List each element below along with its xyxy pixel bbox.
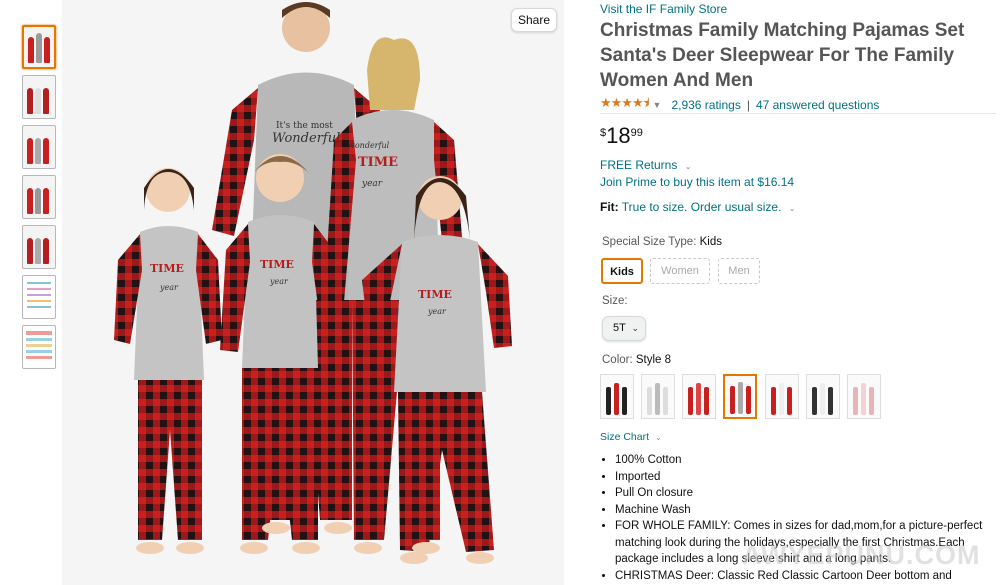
size-label: Size: — [602, 295, 628, 307]
svg-text:year: year — [427, 307, 447, 316]
size-type-women-button[interactable]: Women — [650, 258, 710, 284]
answered-questions-link[interactable]: 47 answered questions — [756, 98, 879, 112]
thumbnail-2[interactable] — [22, 75, 56, 119]
watermark: AWYEPUNU.COM — [742, 540, 981, 570]
thumbnail-1[interactable] — [22, 25, 56, 69]
svg-text:TIME: TIME — [260, 258, 294, 271]
fit-info[interactable]: Fit: True to size. Order usual size. ⌄ — [600, 200, 795, 214]
bullet-item: Pull On closure — [615, 485, 1000, 502]
color-swatch-style-6[interactable] — [806, 374, 840, 419]
thumbnail-size-chart-2[interactable] — [22, 325, 56, 369]
svg-text:year: year — [159, 283, 179, 292]
svg-text:TIME: TIME — [418, 288, 452, 301]
color-swatch-style-7[interactable] — [847, 374, 881, 419]
svg-text:year: year — [269, 277, 289, 286]
chevron-down-icon: ⌄ — [788, 204, 796, 213]
color-label-text: Color: — [602, 354, 633, 366]
chevron-down-icon: ⌄ — [631, 323, 639, 333]
svg-text:TIME: TIME — [150, 262, 184, 275]
ratings-count-link[interactable]: 2,936 ratings — [671, 98, 740, 112]
color-swatch-style-2[interactable] — [641, 374, 675, 419]
chevron-down-icon: ⌄ — [654, 433, 662, 442]
color-swatch-style-8[interactable] — [723, 374, 757, 419]
bullet-item: 100% Cotton — [615, 452, 1000, 469]
size-type-men-button[interactable]: Men — [718, 258, 760, 284]
size-type-kids-button[interactable]: Kids — [601, 258, 643, 284]
price-whole: 18 — [606, 123, 631, 148]
svg-text:Wonderful: Wonderful — [272, 131, 340, 146]
size-type-label: Special Size Type: Kids — [602, 236, 722, 248]
thumbnail-4[interactable] — [22, 175, 56, 219]
svg-text:wonderful: wonderful — [348, 141, 390, 150]
product-image[interactable]: It's the most Wonderful wonderful TIME T… — [62, 0, 564, 585]
size-value: 5T — [613, 322, 626, 334]
thumbnail-strip — [22, 25, 58, 375]
product-title: Christmas Family Matching Pajamas Set Sa… — [600, 20, 965, 91]
separator: | — [746, 98, 750, 112]
fit-label: Fit: — [600, 200, 619, 214]
chevron-down-icon[interactable]: ▼ — [653, 100, 662, 110]
bullet-item: Imported — [615, 469, 1000, 486]
size-dropdown[interactable]: 5T ⌄ — [602, 316, 646, 341]
free-returns-link[interactable]: FREE Returns ⌄ — [600, 158, 691, 172]
color-swatch-style-5[interactable] — [765, 374, 799, 419]
thumbnail-5[interactable] — [22, 225, 56, 269]
chevron-down-icon: ⌄ — [684, 162, 692, 171]
size-type-value: Kids — [699, 236, 722, 248]
free-returns-label: FREE Returns — [600, 158, 678, 172]
svg-text:TIME: TIME — [358, 155, 398, 170]
color-value: Style 8 — [635, 354, 672, 366]
prime-offer-link[interactable]: Join Prime to buy this item at $16.14 — [600, 175, 794, 189]
share-button[interactable]: Share — [511, 8, 557, 32]
divider — [600, 113, 996, 114]
svg-text:year: year — [361, 179, 383, 189]
price: $ 18 99 — [600, 123, 643, 149]
bullet-item: Machine Wash — [615, 502, 1000, 519]
size-type-label-text: Special Size Type: — [602, 236, 697, 248]
thumbnail-3[interactable] — [22, 125, 56, 169]
color-swatch-style-3[interactable] — [682, 374, 716, 419]
thumbnail-size-chart-1[interactable] — [22, 275, 56, 319]
size-chart-label: Size Chart — [600, 431, 650, 443]
family-pajama-photo: It's the most Wonderful wonderful TIME T… — [62, 0, 564, 585]
svg-text:It's the most: It's the most — [276, 121, 333, 131]
store-link[interactable]: Visit the IF Family Store — [600, 2, 727, 16]
fit-text: True to size. Order usual size. — [621, 200, 782, 214]
color-swatch-style-1[interactable] — [600, 374, 634, 419]
price-fraction: 99 — [630, 127, 643, 139]
size-chart-link[interactable]: Size Chart ⌄ — [600, 431, 662, 443]
color-label: Color: Style 8 — [602, 354, 671, 366]
